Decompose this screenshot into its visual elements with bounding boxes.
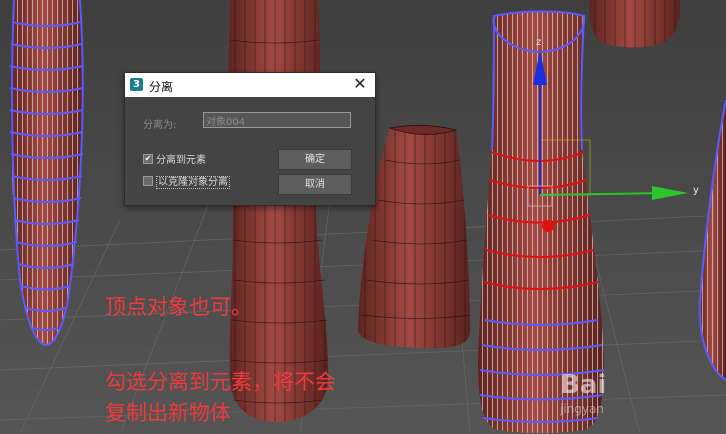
- detach-as-clone-label: 以克隆对象分离: [156, 176, 230, 189]
- detach-to-element-label: 分离到元素: [156, 155, 206, 166]
- detach-as-label: 分离为:: [143, 120, 177, 131]
- watermark-logo: Bai: [560, 370, 607, 400]
- detach-dialog: 3 分离 ✕ 分离为: ✔分离到元素 以克隆对象分离 确定 取消: [124, 72, 376, 206]
- caption-line-3: 复制出新物体: [105, 401, 231, 425]
- app-logo-icon: 3: [130, 78, 143, 91]
- watermark-subtext: jingyan: [560, 402, 604, 416]
- dialog-titlebar[interactable]: 3 分离 ✕: [125, 73, 375, 97]
- center-column-mesh[interactable]: [228, 0, 329, 422]
- y-axis-label: y: [693, 185, 699, 196]
- cancel-button[interactable]: 取消: [278, 174, 352, 195]
- ok-button[interactable]: 确定: [278, 149, 352, 170]
- z-axis-label: z: [536, 37, 542, 48]
- caption-line-1: 顶点对象也可。: [105, 295, 252, 319]
- dialog-title: 分离: [149, 80, 174, 94]
- detach-to-element-option[interactable]: ✔ 分离到元素: [143, 151, 206, 166]
- object-name-input[interactable]: [203, 112, 351, 128]
- detach-as-clone-option[interactable]: 以克隆对象分离: [143, 173, 230, 189]
- detach-as-clone-checkbox[interactable]: [143, 175, 153, 186]
- pivot-point-icon: [542, 220, 554, 232]
- close-button[interactable]: ✕: [351, 75, 369, 93]
- detach-to-element-checkbox[interactable]: ✔: [143, 153, 153, 164]
- top-mesh-fragment: [589, 0, 681, 48]
- caption-line-2: 勾选分离到元素，将不会: [105, 370, 336, 394]
